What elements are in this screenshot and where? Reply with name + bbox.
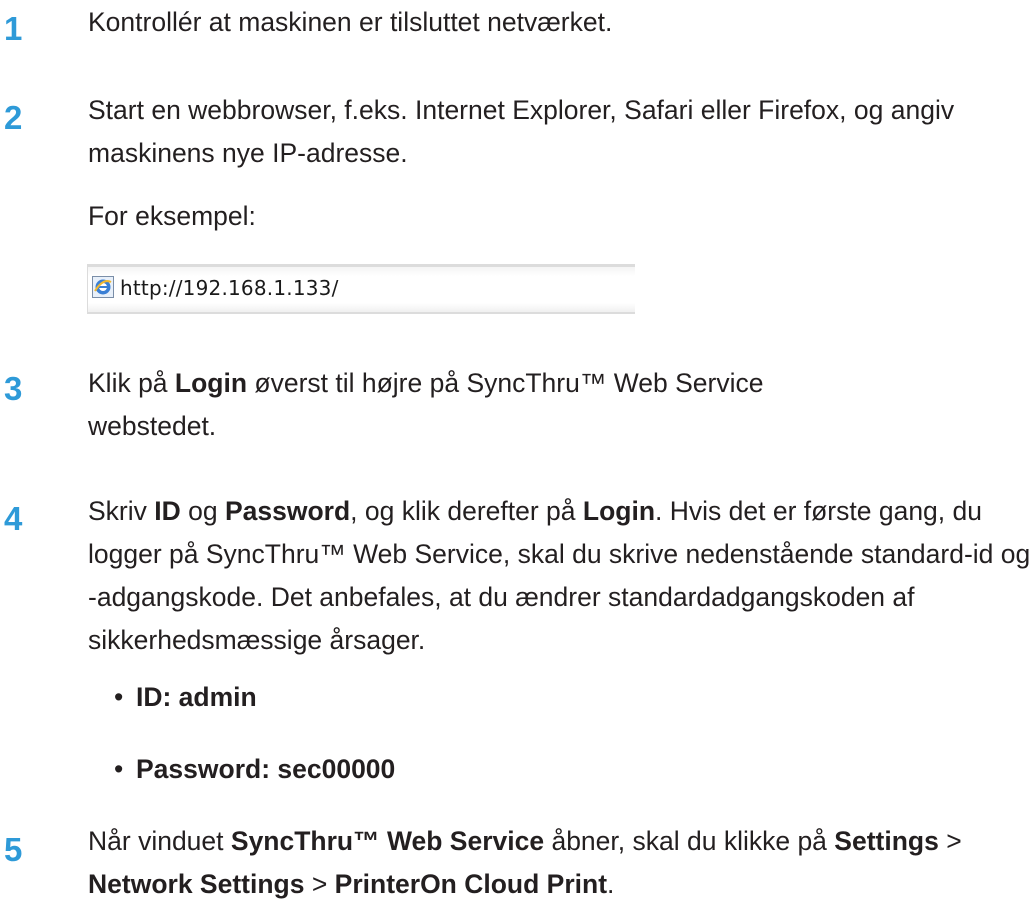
step-5-window-term: SyncThru™ Web Service bbox=[230, 826, 545, 856]
step-3-login-term: Login bbox=[174, 368, 248, 398]
address-bar-example: http://192.168.1.133/ bbox=[87, 264, 635, 314]
step-3-part: Klik på bbox=[88, 368, 175, 398]
step-4-text: Skriv ID og Password, og klik derefter p… bbox=[88, 490, 1033, 662]
step-4-id-term: ID bbox=[154, 496, 181, 526]
step-number-5: 5 bbox=[4, 831, 23, 868]
default-id: ID: admin bbox=[136, 682, 257, 712]
step-5-part: . bbox=[607, 869, 615, 899]
step-5-part: åbner, skal du klikke på bbox=[544, 826, 835, 856]
step-3-text: Klik på Login øverst til højre på SyncTh… bbox=[88, 362, 808, 448]
step-number-1: 1 bbox=[4, 10, 23, 47]
step-4-login-term: Login bbox=[582, 496, 656, 526]
step-1-text: Kontrollér at maskinen er tilsluttet net… bbox=[88, 7, 613, 37]
step-5-printeron-term: PrinterOn Cloud Print bbox=[334, 869, 608, 899]
step-number-4: 4 bbox=[4, 500, 23, 537]
step-4-part: , og klik derefter på bbox=[350, 496, 583, 526]
step-2-example-label: For eksempel: bbox=[88, 201, 256, 231]
step-5-part: Når vinduet bbox=[88, 826, 231, 856]
step-2-text: Start en webbrowser, f.eks. Internet Exp… bbox=[88, 95, 955, 168]
step-5-part: > bbox=[938, 826, 962, 856]
step-number-2: 2 bbox=[4, 99, 23, 136]
step-4-part: og bbox=[180, 496, 225, 526]
default-password: Password: sec00000 bbox=[136, 754, 396, 784]
step-5-text: Når vinduet SyncThru™ Web Service åbner,… bbox=[88, 820, 988, 906]
internet-explorer-icon bbox=[92, 276, 114, 298]
step-number-3: 3 bbox=[4, 370, 23, 407]
step-5-network-settings-term: Network Settings bbox=[88, 869, 305, 899]
step-5-part: > bbox=[304, 869, 335, 899]
step-5-settings-term: Settings bbox=[834, 826, 939, 856]
step-4-part: Skriv bbox=[88, 496, 155, 526]
step-4-password-term: Password bbox=[224, 496, 351, 526]
example-url: http://192.168.1.133/ bbox=[120, 276, 339, 300]
